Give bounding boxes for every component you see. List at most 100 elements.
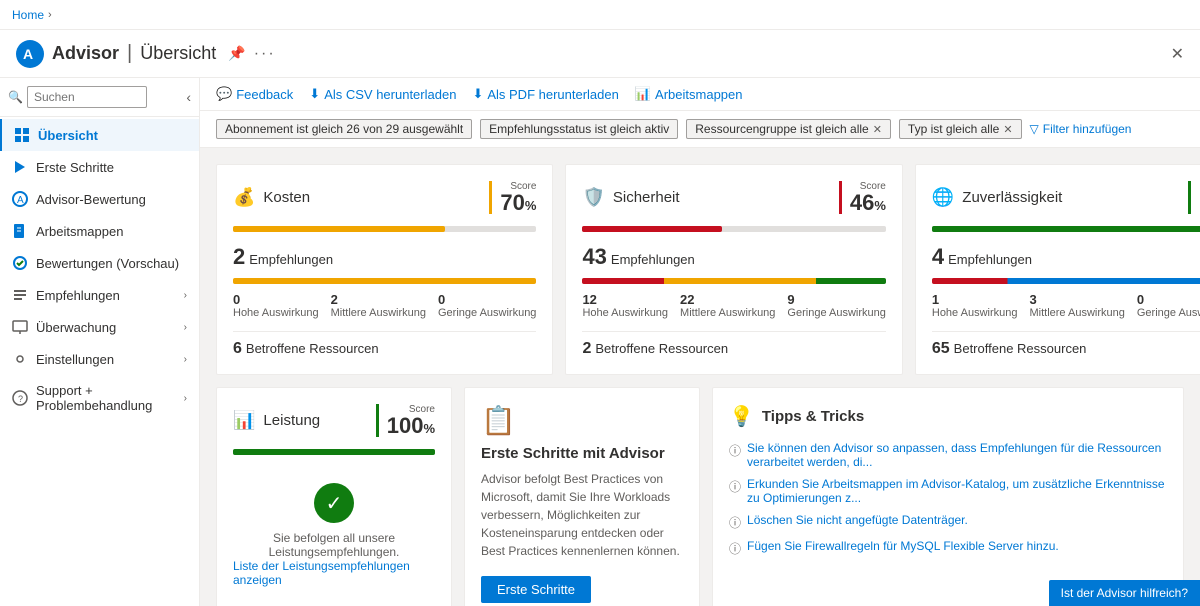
filter-tag-subscription[interactable]: Abonnement ist gleich 26 von 29 ausgewäh… xyxy=(216,119,472,139)
kosten-impact-row: 0 Hohe Auswirkung 2 Mittlere Auswirkung … xyxy=(233,292,536,319)
toolbar: 💬 Feedback ⬇ Als CSV herunterladen ⬇ Als… xyxy=(200,78,1200,111)
leistung-score-value: 100% xyxy=(387,415,435,437)
sidebar-item-uberwachung[interactable]: Überwachung › xyxy=(0,311,199,343)
main-layout: 🔍 ‹ Übersicht Erste Schritte A xyxy=(0,78,1200,606)
filter-tag-label: Ressourcengruppe ist gleich alle xyxy=(695,122,868,136)
sidebar-item-erste-schritte[interactable]: Erste Schritte xyxy=(0,151,199,183)
zuverlaessigkeit-title: Zuverlässigkeit xyxy=(962,189,1062,206)
sidebar-item-label: Empfehlungen xyxy=(36,288,120,303)
top-cards-row: 💰 Kosten Score 70% 2 Empfehlungen xyxy=(216,164,1184,375)
sicherheit-score-fill xyxy=(582,226,722,232)
leistung-title: Leistung xyxy=(263,412,320,429)
support-icon: ? xyxy=(12,390,28,406)
tip-info-icon-3: ⓘ xyxy=(729,514,741,531)
sidebar-item-arbeitsmappen[interactable]: Arbeitsmappen xyxy=(0,215,199,247)
expand-icon: › xyxy=(184,354,187,365)
tip-link-1[interactable]: Sie können den Advisor so anpassen, dass… xyxy=(747,441,1167,469)
add-filter-button[interactable]: ▽ Filter hinzufügen xyxy=(1030,122,1132,136)
sidebar-item-bewertungen[interactable]: Bewertungen (Vorschau) xyxy=(0,247,199,279)
sicherheit-low-impact: 9 Geringe Auswirkung xyxy=(787,292,885,319)
filter-tag-label: Typ ist gleich alle xyxy=(908,122,999,136)
zuverlaessigkeit-title-row: 🌐 Zuverlässigkeit xyxy=(932,187,1062,208)
main-content: 💬 Feedback ⬇ Als CSV herunterladen ⬇ Als… xyxy=(200,78,1200,606)
remove-filter-icon[interactable]: ✕ xyxy=(873,123,882,136)
remove-filter-icon[interactable]: ✕ xyxy=(1003,123,1012,136)
zuverlaessigkeit-score-fill xyxy=(932,226,1200,232)
sidebar: 🔍 ‹ Übersicht Erste Schritte A xyxy=(0,78,200,606)
kosten-card[interactable]: 💰 Kosten Score 70% 2 Empfehlungen xyxy=(216,164,553,375)
kosten-recs-count: 2 xyxy=(233,244,245,270)
kosten-medium-impact: 2 Mittlere Auswirkung xyxy=(331,292,426,319)
feedback-label: Feedback xyxy=(236,87,293,102)
sidebar-item-support[interactable]: ? Support + Problembehandlung › xyxy=(0,375,199,421)
csv-label: Als CSV herunterladen xyxy=(324,87,456,102)
leistung-card[interactable]: 📊 Leistung Score 100% ✓ Sie befolgen xyxy=(216,387,452,606)
sicherheit-score-value: 46% xyxy=(850,192,886,214)
check-circle-icon: ✓ xyxy=(314,483,354,523)
advisor-helpful-button[interactable]: Ist der Advisor hilfreich? xyxy=(1049,580,1200,606)
filter-tag-label: Abonnement ist gleich 26 von 29 ausgewäh… xyxy=(225,122,463,136)
sicherheit-recs-count: 43 xyxy=(582,244,606,270)
tip-link-2[interactable]: Erkunden Sie Arbeitsmappen im Advisor-Ka… xyxy=(747,477,1167,505)
feedback-button[interactable]: 💬 Feedback xyxy=(216,86,293,102)
csv-download-button[interactable]: ⬇ Als CSV herunterladen xyxy=(309,86,456,102)
search-input[interactable] xyxy=(27,86,147,108)
title-separator: | xyxy=(127,42,132,65)
kosten-title-row: 💰 Kosten xyxy=(233,187,310,208)
pdf-download-button[interactable]: ⬇ Als PDF herunterladen xyxy=(472,86,618,102)
zuverlaessigkeit-card[interactable]: 🌐 Zuverlässigkeit Score 95% 4 Empfehl xyxy=(915,164,1200,375)
sicherheit-title-row: 🛡️ Sicherheit xyxy=(582,187,679,208)
tip-link-3[interactable]: Löschen Sie nicht angefügte Datenträger. xyxy=(747,513,968,527)
zuverlaessigkeit-recs-label: Empfehlungen xyxy=(948,252,1032,267)
home-link[interactable]: Home xyxy=(12,8,44,22)
close-button[interactable]: ✕ xyxy=(1171,44,1184,64)
app-name: Advisor xyxy=(52,43,119,64)
zuverlaessigkeit-score-bar xyxy=(932,226,1200,232)
leistung-perf-center: ✓ Sie befolgen all unsere Leistungsempfe… xyxy=(233,467,435,603)
svg-text:?: ? xyxy=(18,394,23,404)
filter-add-icon: ▽ xyxy=(1030,122,1039,136)
more-options-icon[interactable]: ··· xyxy=(254,45,276,63)
sicherheit-score-box: Score 46% xyxy=(839,181,886,214)
overview-icon xyxy=(14,127,30,143)
pin-icon[interactable]: 📌 xyxy=(228,45,245,62)
kosten-recs-label: Empfehlungen xyxy=(249,252,333,267)
feedback-icon: 💬 xyxy=(216,86,232,102)
sicherheit-icon: 🛡️ xyxy=(582,187,604,208)
leistung-perf-link[interactable]: Liste der Leistungsempfehlungen anzeigen xyxy=(233,559,435,587)
search-icon: 🔍 xyxy=(8,90,23,104)
filter-tag-type[interactable]: Typ ist gleich alle ✕ xyxy=(899,119,1022,139)
filter-bar: Abonnement ist gleich 26 von 29 ausgewäh… xyxy=(200,111,1200,148)
workbooks-button[interactable]: 📊 Arbeitsmappen xyxy=(635,86,743,102)
zuverlaessigkeit-icon: 🌐 xyxy=(932,187,954,208)
tip-item-2: ⓘ Erkunden Sie Arbeitsmappen im Advisor-… xyxy=(729,477,1167,505)
leistung-perf-text: Sie befolgen all unsere Leistungsempfehl… xyxy=(233,531,435,559)
first-steps-button[interactable]: Erste Schritte xyxy=(481,576,591,603)
zuverlaessigkeit-score-box: Score 95% xyxy=(1188,181,1200,214)
header-actions: 📌 ··· xyxy=(228,45,275,63)
sidebar-collapse-icon[interactable]: ‹ xyxy=(186,89,191,105)
sicherheit-card[interactable]: 🛡️ Sicherheit Score 46% 43 Empfehlung xyxy=(565,164,902,375)
pdf-label: Als PDF herunterladen xyxy=(487,87,619,102)
sidebar-item-empfehlungen[interactable]: Empfehlungen › xyxy=(0,279,199,311)
sidebar-item-advisor-bewertung[interactable]: A Advisor-Bewertung xyxy=(0,183,199,215)
leistung-score-box: Score 100% xyxy=(376,404,435,437)
workbooks-icon xyxy=(12,223,28,239)
tips-title: Tipps & Tricks xyxy=(762,408,864,425)
tip-info-icon-1: ⓘ xyxy=(729,442,741,459)
kosten-icon: 💰 xyxy=(233,187,255,208)
zuverlaessigkeit-high-impact: 1 Hohe Auswirkung xyxy=(932,292,1018,319)
sidebar-item-einstellungen[interactable]: Einstellungen › xyxy=(0,343,199,375)
breadcrumb: Home › xyxy=(0,0,1200,30)
zuverlaessigkeit-card-header: 🌐 Zuverlässigkeit Score 95% xyxy=(932,181,1200,214)
filter-tag-status[interactable]: Empfehlungsstatus ist gleich aktiv xyxy=(480,119,678,139)
sidebar-item-label: Advisor-Bewertung xyxy=(36,192,146,207)
filter-tag-label: Empfehlungsstatus ist gleich aktiv xyxy=(489,122,669,136)
tip-link-4[interactable]: Fügen Sie Firewallregeln für MySQL Flexi… xyxy=(747,539,1059,553)
zuverlaessigkeit-impact-row: 1 Hohe Auswirkung 3 Mittlere Auswirkung … xyxy=(932,292,1200,319)
filter-tag-resourcegroup[interactable]: Ressourcengruppe ist gleich alle ✕ xyxy=(686,119,891,139)
sidebar-item-ubersicht[interactable]: Übersicht xyxy=(0,119,199,151)
page-title: Übersicht xyxy=(140,43,216,64)
leistung-score-bar xyxy=(233,449,435,455)
tip-info-icon-4: ⓘ xyxy=(729,540,741,557)
